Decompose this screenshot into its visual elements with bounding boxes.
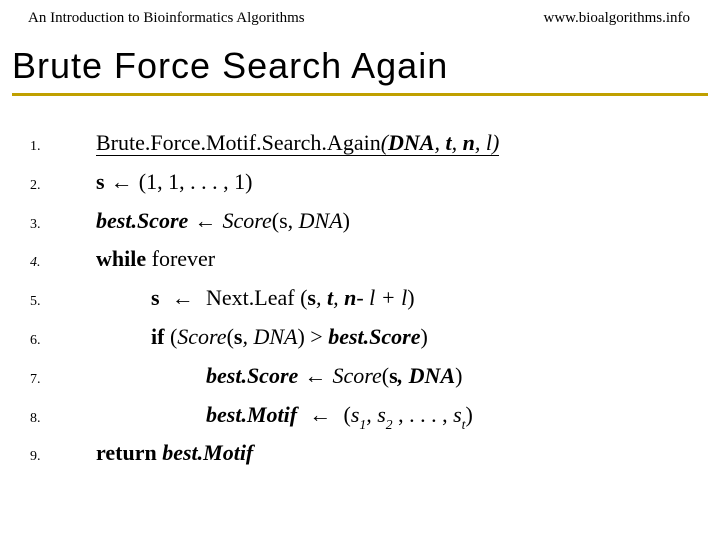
slide-title: Brute Force Search Again [12, 45, 720, 87]
lineno: 1. [30, 132, 96, 163]
lineno: 8. [30, 404, 96, 435]
code-line-6: 6. if (Score(s, DNA) > best.Score) [30, 318, 710, 357]
lineno: 9. [30, 442, 96, 473]
code-line-9: 9. return best.Motif [30, 434, 710, 473]
code-line-1: 1. Brute.Force.Motif.Search.Again(DNA, t… [30, 124, 710, 163]
lineno: 5. [30, 287, 96, 318]
code-text: best.Score ← Score(s, DNA) [96, 357, 462, 394]
code-text: Brute.Force.Motif.Search.Again(DNA, t, n… [96, 124, 499, 161]
lineno: 3. [30, 210, 96, 241]
code-line-7: 7. best.Score ← Score(s, DNA) [30, 357, 710, 396]
lineno: 4. [30, 248, 96, 279]
code-line-5: 5. s ← Next.Leaf (s, t, n- l + l) [30, 279, 710, 318]
code-text: s ← Next.Leaf (s, t, n- l + l) [96, 279, 415, 316]
code-text: if (Score(s, DNA) > best.Score) [96, 318, 428, 355]
code-line-8: 8. best.Motif ← (s1, s2 , . . . , st) [30, 396, 710, 435]
lineno: 7. [30, 365, 96, 396]
code-text: return best.Motif [96, 434, 253, 471]
slide-header: An Introduction to Bioinformatics Algori… [0, 0, 720, 31]
header-right: www.bioalgorithms.info [543, 10, 690, 27]
slide: An Introduction to Bioinformatics Algori… [0, 0, 720, 540]
code-text: s ← (1, 1, . . . , 1) [96, 163, 252, 200]
code-text: best.Motif ← (s1, s2 , . . . , st) [96, 396, 473, 435]
code-text: while forever [96, 240, 215, 277]
code-line-3: 3. best.Score ← Score(s, DNA) [30, 202, 710, 241]
lineno: 2. [30, 171, 96, 202]
code-line-4: 4. while forever [30, 240, 710, 279]
code-line-2: 2. s ← (1, 1, . . . , 1) [30, 163, 710, 202]
lineno: 6. [30, 326, 96, 357]
header-left: An Introduction to Bioinformatics Algori… [28, 10, 305, 27]
slide-body: 1. Brute.Force.Motif.Search.Again(DNA, t… [0, 96, 720, 473]
code-text: best.Score ← Score(s, DNA) [96, 202, 350, 239]
